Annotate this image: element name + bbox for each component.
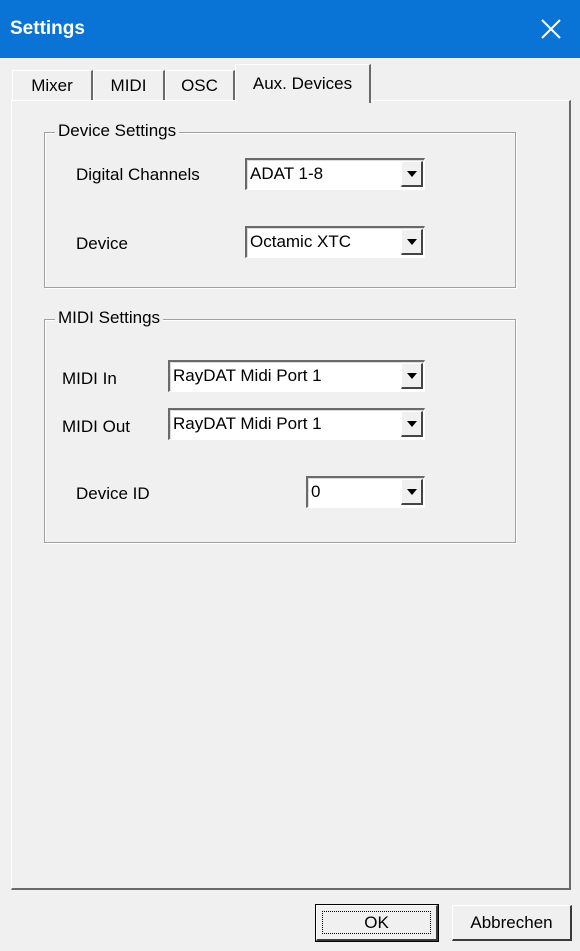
ok-button[interactable]: OK (315, 904, 439, 942)
midi-out-value: RayDAT Midi Port 1 (173, 414, 322, 433)
tab-panel: Device Settings Digital Channels ADAT 1-… (11, 100, 571, 890)
midi-out-select[interactable]: RayDAT Midi Port 1 (168, 408, 425, 440)
device-settings-title: Device Settings (55, 121, 180, 141)
midi-in-label: MIDI In (62, 369, 117, 388)
chevron-down-icon (406, 170, 417, 177)
midi-settings-group: MIDI Settings MIDI In RayDAT Midi Port 1… (44, 308, 516, 543)
device-settings-group: Device Settings Digital Channels ADAT 1-… (44, 121, 516, 288)
close-button[interactable] (522, 0, 580, 58)
digital-channels-label: Digital Channels (76, 165, 200, 184)
tab-mixer[interactable]: Mixer (12, 70, 93, 101)
cancel-button[interactable]: Abbrechen (452, 905, 572, 941)
chevron-down-icon (406, 488, 417, 495)
device-id-dropdown-button[interactable] (401, 479, 423, 505)
tab-midi[interactable]: MIDI (93, 70, 165, 101)
tab-aux-devices[interactable]: Aux. Devices (235, 64, 371, 103)
device-value: Octamic XTC (250, 232, 352, 251)
tab-osc[interactable]: OSC (165, 70, 235, 101)
midi-in-value: RayDAT Midi Port 1 (173, 366, 322, 385)
midi-out-dropdown-button[interactable] (401, 411, 423, 437)
midi-out-label: MIDI Out (62, 417, 131, 436)
tab-aux-devices-label: Aux. Devices (252, 74, 353, 93)
focus-indicator (322, 911, 431, 934)
close-icon (541, 19, 561, 39)
chevron-down-icon (406, 372, 417, 379)
device-id-value: 0 (311, 482, 321, 501)
digital-channels-select[interactable]: ADAT 1-8 (245, 158, 425, 190)
chevron-down-icon (406, 238, 417, 245)
device-dropdown-button[interactable] (401, 229, 423, 255)
device-label: Device (76, 234, 128, 253)
settings-dialog: Settings Mixer MIDI OSC Aux. Devices Dev… (0, 0, 580, 951)
title-bar[interactable]: Settings (0, 0, 580, 58)
device-id-select[interactable]: 0 (306, 476, 425, 508)
cancel-button-label: Abbrechen (470, 912, 553, 932)
midi-in-dropdown-button[interactable] (401, 363, 423, 389)
chevron-down-icon (406, 420, 417, 427)
midi-settings-title: MIDI Settings (55, 308, 164, 328)
digital-channels-dropdown-button[interactable] (401, 161, 423, 187)
digital-channels-value: ADAT 1-8 (250, 164, 324, 183)
tab-midi-label: MIDI (110, 76, 147, 95)
tab-mixer-label: Mixer (31, 76, 73, 95)
midi-in-select[interactable]: RayDAT Midi Port 1 (168, 360, 425, 392)
tab-osc-label: OSC (181, 76, 218, 95)
device-id-label: Device ID (76, 484, 150, 503)
device-select[interactable]: Octamic XTC (245, 226, 425, 258)
window-title: Settings (10, 18, 85, 39)
